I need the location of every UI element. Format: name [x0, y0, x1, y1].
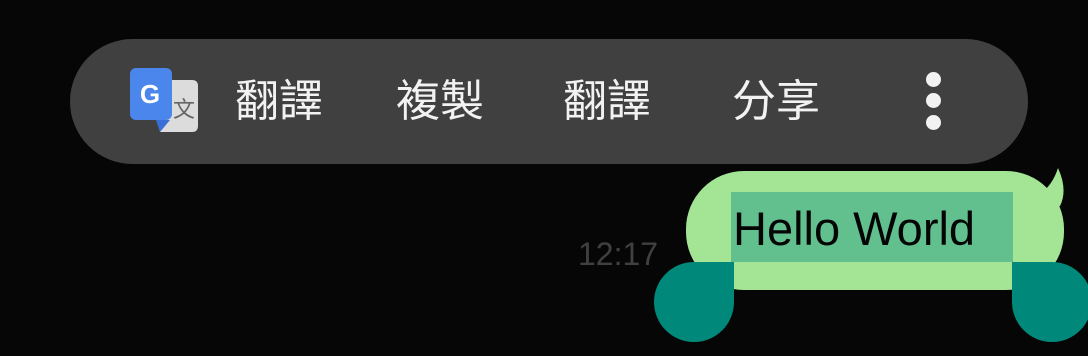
translate-button-2[interactable]: 翻譯 [563, 74, 651, 130]
copy-button[interactable]: 複製 [396, 74, 484, 130]
translate-button[interactable]: 翻譯 [235, 74, 323, 130]
more-vertical-icon[interactable] [922, 71, 946, 131]
text-selection-toolbar [70, 39, 1028, 164]
selection-start-handle[interactable] [654, 262, 734, 342]
selection-end-handle[interactable] [1012, 262, 1088, 342]
bubble-tail [1010, 168, 1064, 206]
share-button[interactable]: 分享 [732, 74, 820, 130]
svg-text:文: 文 [173, 98, 195, 123]
svg-text:G: G [140, 79, 160, 109]
message-text[interactable]: Hello World [733, 198, 975, 260]
google-translate-icon[interactable]: G 文 [130, 68, 198, 132]
message-timestamp: 12:17 [578, 236, 659, 272]
